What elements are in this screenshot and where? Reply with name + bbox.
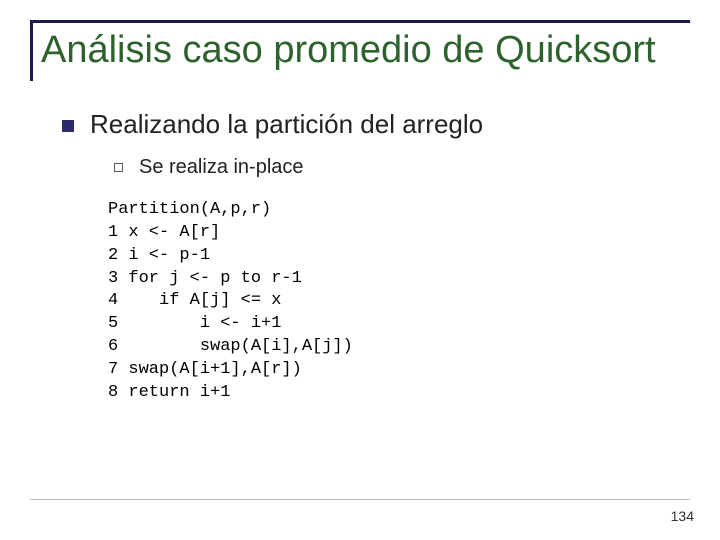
section-heading: Realizando la partición del arreglo xyxy=(90,109,483,140)
slide-title: Análisis caso promedio de Quicksort xyxy=(41,29,690,73)
content-area: Realizando la partición del arreglo Se r… xyxy=(30,109,690,405)
section-subheading: Se realiza in-place xyxy=(139,156,304,179)
subheading-row: Se realiza in-place xyxy=(114,156,690,179)
hollow-square-bullet-icon xyxy=(114,163,123,172)
heading-row: Realizando la partición del arreglo xyxy=(62,109,690,140)
title-container: Análisis caso promedio de Quicksort xyxy=(30,20,690,81)
page-number: 134 xyxy=(671,508,694,524)
code-block: Partition(A,p,r) 1 x <- A[r] 2 i <- p-1 … xyxy=(108,199,690,405)
footer-divider xyxy=(30,499,690,500)
square-bullet-icon xyxy=(62,120,74,132)
